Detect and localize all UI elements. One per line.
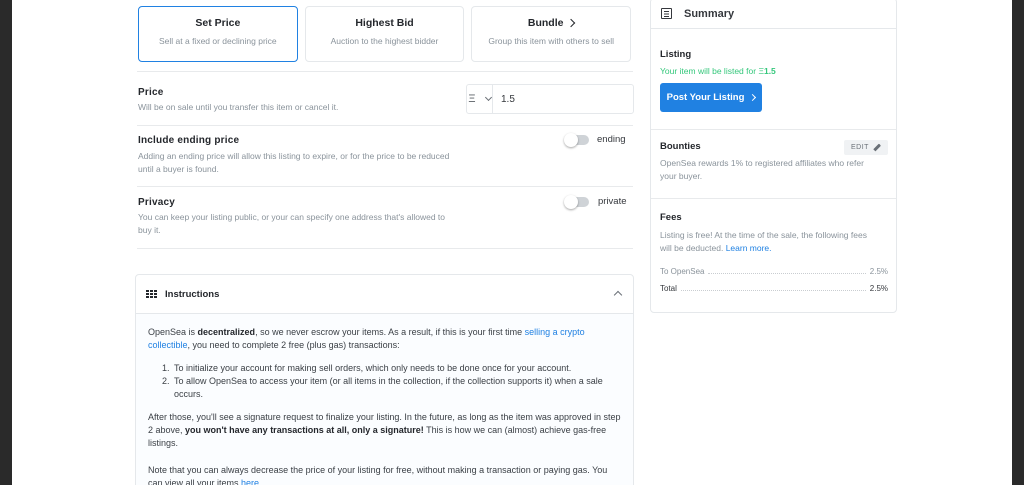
instructions-panel: Instructions OpenSea is decentralized, s… xyxy=(135,274,634,485)
fee-row: To OpenSea 2.5% xyxy=(660,264,888,276)
instructions-paragraph: After those, you'll see a signature requ… xyxy=(148,411,621,450)
ending-price-toggle[interactable] xyxy=(564,133,589,147)
sale-type-highest-bid[interactable]: Highest Bid Auction to the highest bidde… xyxy=(304,6,465,62)
text: , you need to complete 2 free (plus gas)… xyxy=(187,340,400,350)
document-icon xyxy=(661,8,672,19)
ending-toggle-label: ending xyxy=(597,134,626,145)
divider xyxy=(651,198,896,199)
fee-total-row: Total 2.5% xyxy=(660,281,888,293)
instructions-title: Instructions xyxy=(165,288,220,300)
text: , so we never escrow your items. As a re… xyxy=(255,327,525,337)
dotted-leader xyxy=(680,290,866,291)
text: will be deducted. xyxy=(660,243,726,253)
divider xyxy=(651,129,896,130)
sale-type-bundle[interactable]: Bundle Group this item with others to se… xyxy=(471,6,632,62)
bounties-desc-line2: your buyer. xyxy=(660,171,703,181)
text: Note that you can always decrease the pr… xyxy=(148,465,608,485)
view-items-link[interactable]: here xyxy=(241,478,259,485)
post-listing-button[interactable]: Post Your Listing xyxy=(660,83,762,112)
fee-label: To OpenSea xyxy=(660,267,705,276)
ethereum-icon: Ξ xyxy=(468,93,476,105)
instructions-steps: To initialize your account for making se… xyxy=(172,362,621,401)
divider xyxy=(137,125,633,126)
toggle-knob xyxy=(564,133,578,147)
chevron-right-icon xyxy=(567,18,576,28)
learn-more-link[interactable]: Learn more. xyxy=(726,243,772,253)
price-title: Price xyxy=(138,87,164,98)
private-toggle-label: private xyxy=(598,196,627,207)
summary-title: Summary xyxy=(684,7,735,20)
price-desc: Will be on sale until you transfer this … xyxy=(138,102,339,112)
instructions-body: OpenSea is decentralized, so we never es… xyxy=(136,314,633,485)
instructions-paragraph: Note that you can always decrease the pr… xyxy=(148,464,621,485)
bounties-title: Bounties xyxy=(660,141,701,152)
chevron-down-icon xyxy=(484,93,492,102)
text: OpenSea is xyxy=(148,327,198,337)
sale-type-set-price[interactable]: Set Price Sell at a fixed or declining p… xyxy=(138,6,298,62)
toggle-knob xyxy=(564,195,578,209)
sale-type-desc: Auction to the highest bidder xyxy=(330,36,439,46)
summary-header: Summary xyxy=(651,0,896,29)
sale-type-desc: Group this item with others to sell xyxy=(488,36,615,46)
divider xyxy=(137,248,633,249)
divider xyxy=(137,71,633,72)
currency-select[interactable]: Ξ xyxy=(467,85,493,113)
fee-label: Total xyxy=(660,284,677,293)
button-label: Post Your Listing xyxy=(666,92,745,103)
chevron-right-icon xyxy=(749,93,757,102)
privacy-title: Privacy xyxy=(138,197,175,208)
text: Your item will be listed for xyxy=(660,66,759,76)
pencil-icon xyxy=(873,143,881,152)
edit-bounties-button[interactable]: EDIT xyxy=(844,140,888,155)
ending-price-desc-line1: Adding an ending price will allow this l… xyxy=(138,151,450,161)
ending-price-title: Include ending price xyxy=(138,135,240,146)
text: . xyxy=(259,478,262,485)
summary-panel: Summary Listing Your item will be listed… xyxy=(650,0,897,313)
divider xyxy=(137,186,633,187)
ending-price-desc-line2: until a buyer is found. xyxy=(138,164,219,174)
instructions-paragraph: OpenSea is decentralized, so we never es… xyxy=(148,326,621,352)
bounties-desc-line1: OpenSea rewards 1% to registered affilia… xyxy=(660,158,864,168)
list-item: To allow OpenSea to access your item (or… xyxy=(172,375,621,401)
price-field: Ξ xyxy=(466,84,634,114)
fee-value: 2.5% xyxy=(869,284,888,293)
privacy-desc-line2: buy it. xyxy=(138,225,161,235)
listing-amount: 1.5 xyxy=(763,66,776,76)
fee-value: 2.5% xyxy=(869,267,888,276)
price-input[interactable] xyxy=(493,85,633,113)
fees-desc-line2: will be deducted. Learn more. xyxy=(660,242,892,255)
sale-type-title: Highest Bid xyxy=(355,17,414,29)
sale-type-title: Bundle xyxy=(527,17,564,29)
sale-type-selector: Set Price Sell at a fixed or declining p… xyxy=(138,6,632,62)
left-window-edge xyxy=(0,0,12,485)
fees-desc-line1: Listing is free! At the time of the sale… xyxy=(660,230,867,240)
instructions-header[interactable]: Instructions xyxy=(136,275,633,314)
sale-type-desc: Sell at a fixed or declining price xyxy=(159,36,277,46)
decentralized-emphasis: decentralized xyxy=(197,327,256,337)
listing-text: Your item will be listed for Ξ1.5 xyxy=(660,65,892,78)
sale-type-title: Set Price xyxy=(195,17,241,29)
listing-title: Listing xyxy=(660,49,692,60)
chevron-up-icon[interactable] xyxy=(613,290,623,300)
grid-icon xyxy=(146,289,157,299)
privacy-toggle[interactable] xyxy=(564,195,589,209)
button-label: EDIT xyxy=(851,144,869,151)
privacy-desc-line1: You can keep your listing public, or you… xyxy=(138,212,446,222)
right-window-edge xyxy=(1012,0,1024,485)
list-item: To initialize your account for making se… xyxy=(172,362,621,375)
dotted-leader xyxy=(708,273,866,274)
signature-emphasis: you won't have any transactions at all, … xyxy=(185,425,424,435)
fees-title: Fees xyxy=(660,212,682,223)
